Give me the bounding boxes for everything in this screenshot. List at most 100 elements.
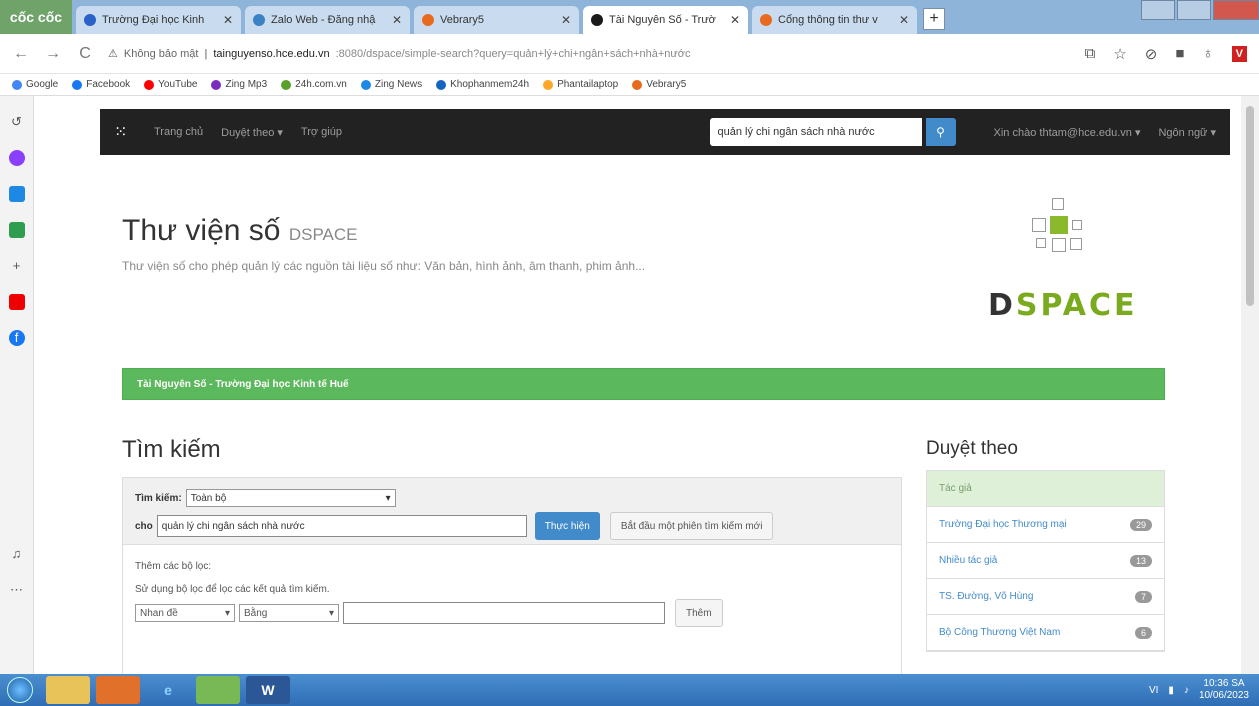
navbar-search-input[interactable]: quản lý chi ngân sách nhà nước	[709, 118, 922, 146]
tab-2[interactable]: Zalo Web - Đăng nhậ ✕	[245, 6, 410, 34]
page-title: Thư viện số DSPACE	[122, 214, 358, 247]
coccoc-taskbar-icon[interactable]	[196, 676, 240, 704]
history-icon[interactable]: ↺	[9, 114, 25, 130]
share-icon[interactable]: ⧉	[1085, 45, 1096, 62]
google-icon	[12, 79, 22, 90]
list-item[interactable]: Trường Đại học Thương mại 29	[927, 507, 1164, 543]
close-icon[interactable]: ✕	[223, 13, 233, 27]
messenger-icon[interactable]	[8, 150, 25, 166]
browse-section-authors[interactable]: Tác giả	[927, 471, 1164, 507]
filter-field-select[interactable]: Nhan đề ▾	[135, 604, 235, 622]
scroll-thumb[interactable]	[1246, 106, 1254, 306]
bookmark-youtube[interactable]: YouTube	[144, 79, 197, 90]
games-icon[interactable]	[8, 222, 25, 238]
bookmark-star-icon[interactable]: ☆	[1113, 45, 1126, 63]
add-filter-button[interactable]: Thêm	[675, 599, 723, 627]
internet-explorer-icon[interactable]: e	[146, 676, 190, 704]
forward-icon[interactable]: →	[44, 45, 62, 63]
search-heading: Tìm kiếm	[122, 436, 221, 463]
close-icon[interactable]: ✕	[561, 13, 571, 27]
back-icon[interactable]: ←	[12, 45, 30, 63]
query-input[interactable]: quản lý chi ngân sách nhà nước	[156, 515, 527, 537]
browser-tabstrip: cốc cốc Trường Đại học Kinh ✕ Zalo Web - …	[0, 0, 1259, 34]
windows-logo-icon	[7, 677, 33, 703]
breadcrumb[interactable]: Tài Nguyên Số - Trường Đại học Kinh tế H…	[122, 368, 1165, 400]
adblock-icon[interactable]: ⊘	[1145, 45, 1158, 63]
close-window-button[interactable]	[1213, 0, 1259, 20]
youtube-icon[interactable]	[8, 294, 25, 310]
clock[interactable]: 10:36 SA 10/06/2023	[1199, 678, 1249, 702]
site-navbar: ⁙ Trang chủ Duyệt theo ▾ Trợ giúp quản l…	[100, 109, 1230, 155]
menu-button[interactable]	[1141, 0, 1175, 20]
file-explorer-icon[interactable]	[46, 676, 90, 704]
list-item[interactable]: TS. Đường, Võ Hùng 7	[927, 579, 1164, 615]
volume-icon[interactable]: ♪	[1184, 685, 1189, 696]
add-icon[interactable]: +	[9, 258, 25, 274]
network-icon[interactable]: ▮	[1168, 685, 1174, 696]
count-badge: 6	[1134, 626, 1152, 639]
close-icon[interactable]: ✕	[899, 13, 909, 27]
new-tab-button[interactable]: +	[923, 8, 945, 30]
reload-icon[interactable]: C	[76, 45, 94, 63]
scope-select[interactable]: Toàn bộ ▾	[185, 489, 396, 507]
browser-sidebar: ↺ + f ♫ ⋯	[0, 96, 34, 674]
new-search-button[interactable]: Bắt đầu một phiên tìm kiếm mới	[609, 512, 774, 540]
navbar-search: quản lý chi ngân sách nhà nước ⚲	[709, 118, 956, 146]
tab-5[interactable]: Cổng thông tin thư v ✕	[752, 6, 917, 34]
toolbar-icons: ⧉ ☆ ⊘ ■ ♁ V	[1085, 45, 1247, 63]
dspace-mini-logo-icon[interactable]: ⁙	[114, 122, 136, 142]
run-search-button[interactable]: Thực hiện	[534, 512, 600, 540]
count-badge: 29	[1129, 518, 1152, 531]
bookmark-khophanmem[interactable]: Khophanmem24h	[436, 79, 529, 90]
bookmark-phantailaptop[interactable]: Phantailaptop	[543, 79, 618, 90]
tab-1[interactable]: Trường Đại học Kinh ✕	[76, 6, 241, 34]
language-menu[interactable]: Ngôn ngữ ▾	[1158, 126, 1216, 139]
word-icon[interactable]: W	[246, 676, 290, 704]
page-scrollbar[interactable]	[1241, 96, 1259, 674]
nav-help[interactable]: Trợ giúp	[301, 126, 342, 138]
address-bar: ← → C ⚠ Không bảo mật | tainguyenso.hce.…	[0, 34, 1259, 74]
close-icon[interactable]: ✕	[730, 13, 740, 27]
nav-browse[interactable]: Duyệt theo ▾	[221, 126, 283, 139]
facebook-icon[interactable]: f	[8, 330, 25, 346]
bookmark-zingnews[interactable]: Zing News	[360, 79, 422, 90]
browser-logo[interactable]: cốc cốc	[0, 0, 72, 34]
list-item[interactable]: Nhiều tác giả 13	[927, 543, 1164, 579]
bookmark-zingmp3[interactable]: Zing Mp3	[211, 79, 267, 90]
navbar-search-button[interactable]: ⚲	[925, 118, 956, 146]
filter-operator-select[interactable]: Bằng ▾	[239, 604, 339, 622]
filters-section: Thêm các bộ lọc: Sử dụng bộ lọc để lọc c…	[123, 545, 901, 659]
user-menu[interactable]: Xin chào thtam@hce.edu.vn ▾	[994, 126, 1141, 139]
bookmark-google[interactable]: Google	[12, 79, 58, 90]
tab-3[interactable]: Vebrary5 ✕	[414, 6, 579, 34]
url-path: :8080/dspace/simple-search?query=quản+lý…	[335, 47, 691, 60]
search-form: Tìm kiếm: Toàn bộ ▾ cho quản lý chi ngân …	[123, 478, 901, 545]
phantailaptop-icon	[543, 79, 554, 90]
filter-value-input[interactable]	[343, 602, 665, 624]
extensions-icon[interactable]: ♁	[1202, 45, 1213, 62]
tab-4[interactable]: Tài Nguyên Số - Trườ ✕	[583, 6, 748, 34]
list-item[interactable]: Bộ Công Thương Việt Nam 6	[927, 615, 1164, 651]
security-label: Không bảo mật	[123, 47, 199, 60]
notification-icon[interactable]: ♫	[9, 546, 25, 562]
url-field[interactable]: ⚠ Không bảo mật | tainguyenso.hce.edu.vn…	[108, 41, 1071, 67]
nav-home[interactable]: Trang chủ	[154, 126, 203, 138]
zalo-icon[interactable]	[8, 186, 25, 202]
more-icon[interactable]: ⋯	[9, 582, 25, 598]
close-icon[interactable]: ✕	[392, 13, 402, 27]
download-icon[interactable]: ■	[1175, 45, 1184, 62]
media-player-icon[interactable]	[96, 676, 140, 704]
bookmark-facebook[interactable]: Facebook	[72, 79, 130, 90]
count-badge: 13	[1129, 554, 1152, 567]
window-controls	[1139, 0, 1259, 34]
system-tray: VI ▮ ♪ 10:36 SA 10/06/2023	[1149, 678, 1259, 702]
minimize-button[interactable]	[1177, 0, 1211, 20]
windows-taskbar: e W VI ▮ ♪ 10:36 SA 10/06/2023	[0, 674, 1259, 706]
extension-v-icon[interactable]: V	[1231, 45, 1247, 62]
tab-favicon-icon	[422, 14, 434, 26]
bookmark-vebrary[interactable]: Vebrary5	[632, 79, 686, 90]
url-host: tainguyenso.hce.edu.vn	[213, 47, 330, 60]
bookmark-24h[interactable]: 24h.com.vn	[281, 79, 347, 90]
start-button[interactable]	[0, 674, 40, 706]
language-indicator[interactable]: VI	[1149, 685, 1158, 696]
